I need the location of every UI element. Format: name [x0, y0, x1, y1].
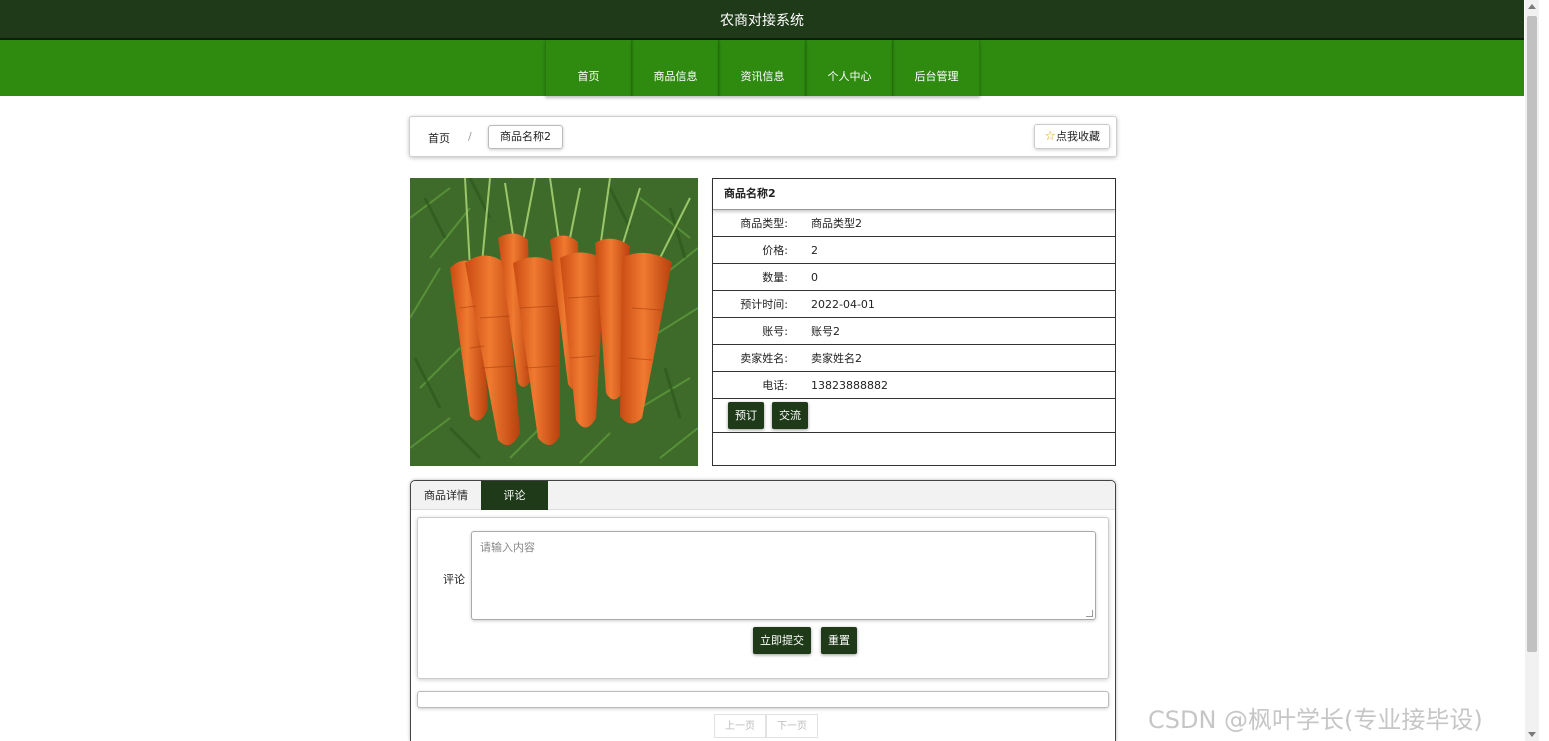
- watermark: CSDN @枫叶学长(专业接毕设): [1148, 706, 1483, 734]
- field-value: 商品类型2: [811, 217, 862, 230]
- tab-strip: 商品详情 评论: [411, 481, 1115, 510]
- next-page-button[interactable]: 下一页: [766, 714, 818, 738]
- product-image: [410, 178, 698, 466]
- comment-textarea[interactable]: 请输入内容: [471, 531, 1096, 620]
- field-value: 2022-04-01: [811, 297, 875, 311]
- nav-item-products[interactable]: 商品信息: [632, 40, 719, 96]
- star-outline-icon: ☆: [1044, 129, 1056, 144]
- carrots-photo: [410, 178, 698, 466]
- info-row-seller-name: 卖家姓名: 卖家姓名2: [713, 345, 1115, 372]
- vertical-scrollbar[interactable]: [1525, 0, 1539, 741]
- nav-item-news[interactable]: 资讯信息: [719, 40, 806, 96]
- field-value: 卖家姓名2: [811, 352, 862, 365]
- info-row-phone: 电话: 13823888882: [713, 372, 1115, 399]
- breadcrumb-home-link[interactable]: 首页: [428, 130, 450, 146]
- site-title: 农商对接系统: [720, 13, 804, 29]
- field-label: 数量:: [762, 271, 788, 284]
- reset-button[interactable]: 重置: [821, 627, 857, 654]
- product-actions: 预订 交流: [713, 399, 1115, 433]
- tab-comments[interactable]: 评论: [481, 481, 548, 510]
- info-row-account: 账号: 账号2: [713, 318, 1115, 345]
- field-value: 2: [811, 243, 818, 257]
- nav-item-profile[interactable]: 个人中心: [806, 40, 893, 96]
- breadcrumb-separator: /: [468, 130, 472, 143]
- info-row-quantity: 数量: 0: [713, 264, 1115, 291]
- field-label: 卖家姓名:: [740, 352, 788, 365]
- comment-actions: 立即提交 重置: [753, 627, 857, 654]
- main-navbar: 首页 商品信息 资讯信息 个人中心 后台管理: [0, 40, 1524, 96]
- info-row-expected-time: 预计时间: 2022-04-01: [713, 291, 1115, 318]
- detail-tab-panel: 商品详情 评论 评论 请输入内容 立即提交 重置 上一页 下一页: [410, 480, 1116, 741]
- comment-form: 评论 请输入内容 立即提交 重置: [417, 517, 1109, 679]
- comment-list: [417, 691, 1109, 708]
- comment-label: 评论: [443, 573, 465, 586]
- nav-menu: 首页 商品信息 资讯信息 个人中心 后台管理: [545, 40, 980, 96]
- info-row-price: 价格: 2: [713, 237, 1115, 264]
- product-info-table: 商品名称2 商品类型: 商品类型2 价格: 2 数量: 0 预计时间: 2022…: [712, 178, 1116, 466]
- top-header: 农商对接系统: [0, 0, 1524, 40]
- pagination: 上一页 下一页: [714, 714, 818, 738]
- field-label: 商品类型:: [740, 217, 788, 230]
- field-label: 电话:: [762, 379, 788, 392]
- field-label: 价格:: [762, 244, 788, 257]
- nav-item-admin[interactable]: 后台管理: [893, 40, 980, 96]
- favorite-button[interactable]: ☆点我收藏: [1034, 124, 1110, 149]
- nav-item-home[interactable]: 首页: [545, 40, 632, 96]
- comment-placeholder: 请输入内容: [480, 541, 535, 554]
- field-value: 13823888882: [811, 378, 888, 392]
- scrollbar-thumb[interactable]: [1527, 16, 1537, 652]
- info-row-type: 商品类型: 商品类型2: [713, 210, 1115, 237]
- product-name: 商品名称2: [713, 179, 1115, 210]
- tab-product-details[interactable]: 商品详情: [411, 481, 481, 510]
- scroll-down-arrow-icon[interactable]: [1528, 732, 1536, 737]
- favorite-label: 点我收藏: [1056, 130, 1100, 143]
- submit-button[interactable]: 立即提交: [753, 627, 811, 654]
- field-value: 0: [811, 270, 818, 284]
- breadcrumb: 首页 / 商品名称2 ☆点我收藏: [409, 116, 1117, 157]
- prev-page-button[interactable]: 上一页: [714, 714, 766, 738]
- resize-handle-icon[interactable]: [1086, 610, 1093, 617]
- field-label: 预计时间:: [740, 298, 788, 311]
- field-label: 账号:: [762, 325, 788, 338]
- scroll-up-arrow-icon[interactable]: [1528, 4, 1536, 9]
- chat-button[interactable]: 交流: [772, 402, 808, 429]
- field-value: 账号2: [811, 325, 840, 338]
- breadcrumb-current: 商品名称2: [488, 125, 563, 149]
- reserve-button[interactable]: 预订: [728, 402, 764, 429]
